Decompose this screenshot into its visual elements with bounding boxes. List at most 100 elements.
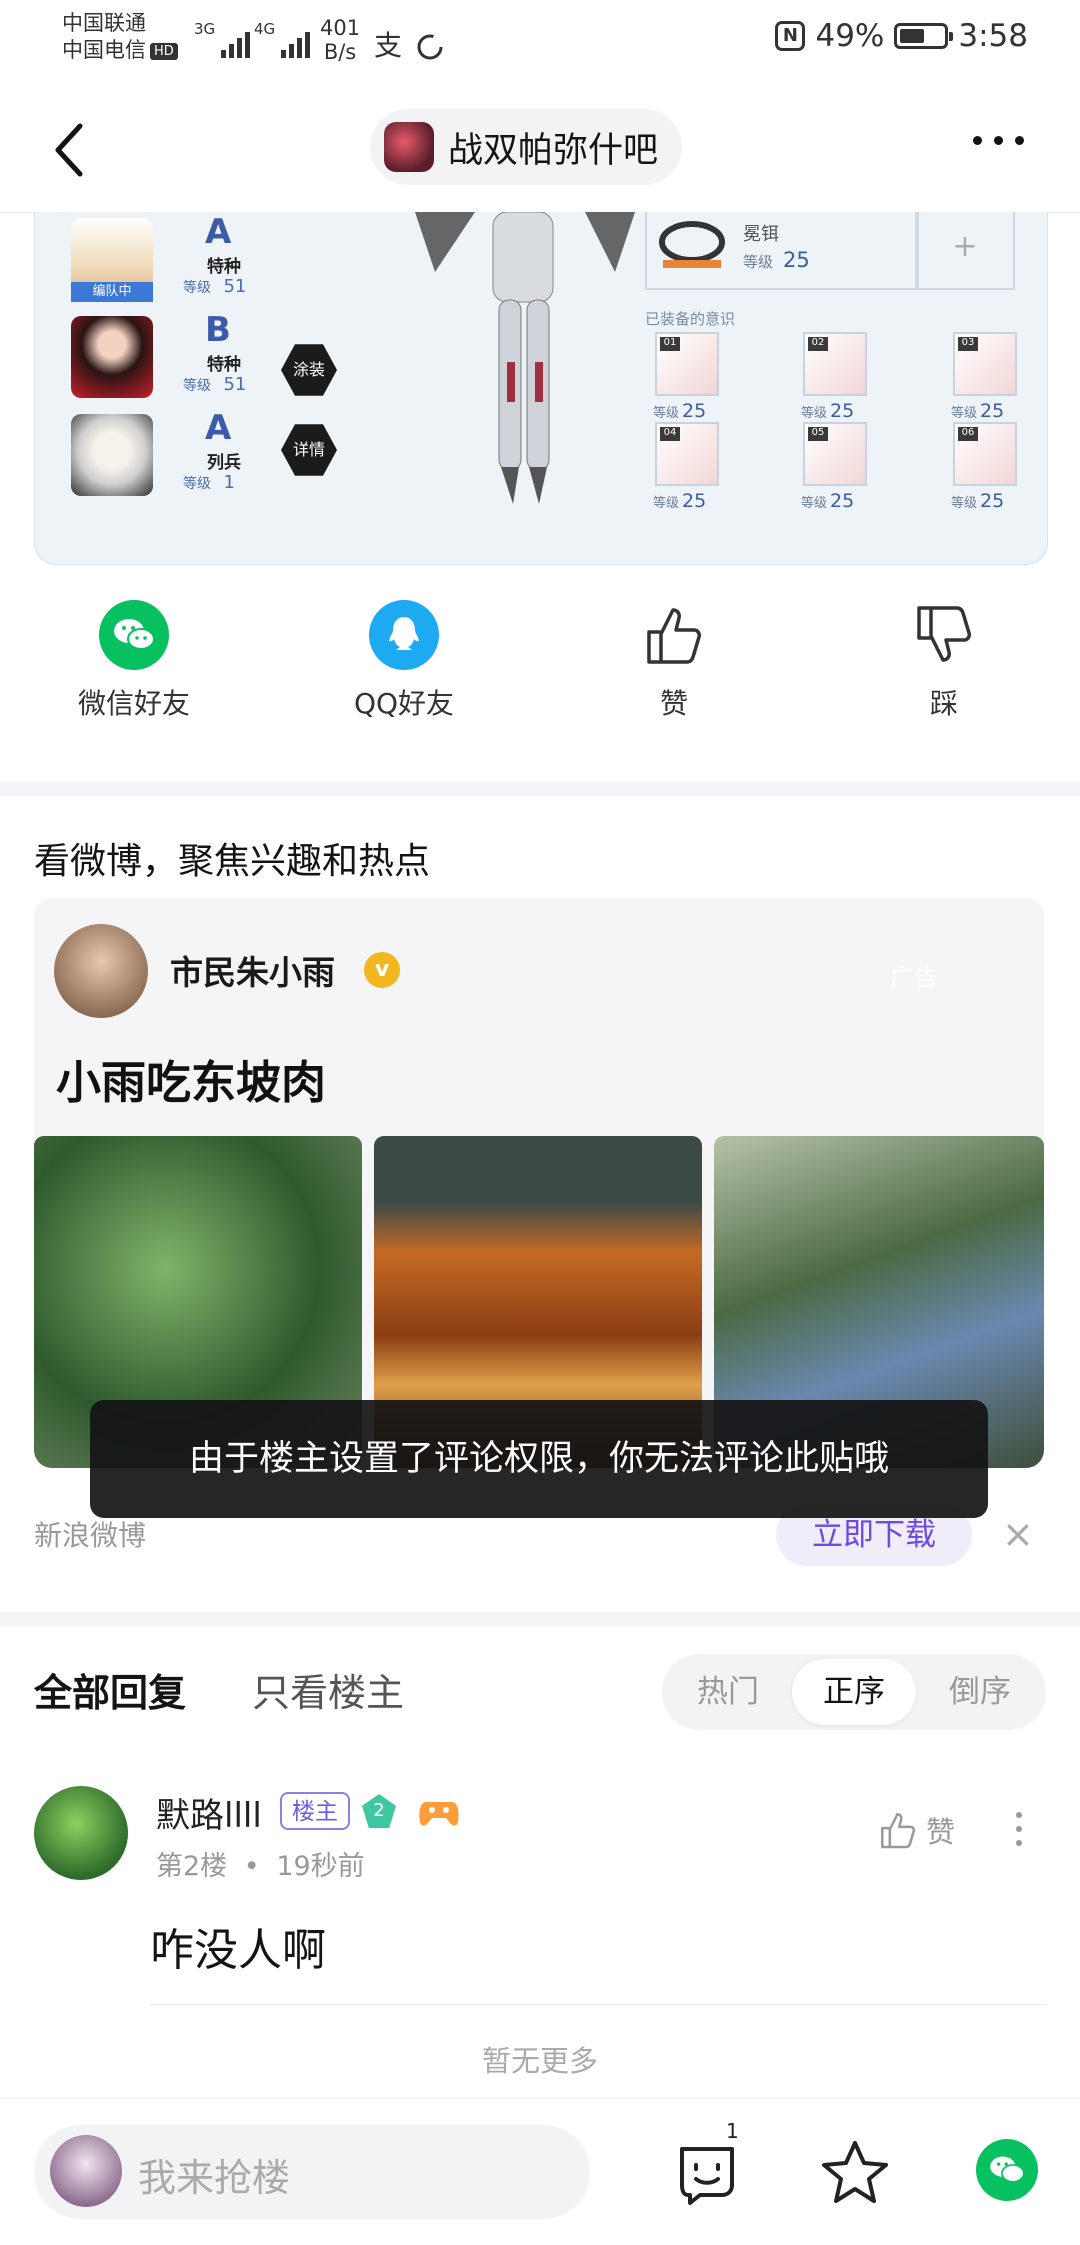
wechat-share-icon[interactable]: [976, 2139, 1038, 2201]
emoji-icon[interactable]: [672, 2137, 742, 2207]
comment-like-button[interactable]: 赞: [876, 1808, 955, 1852]
character-level: 等级 1: [183, 472, 235, 493]
clock: 3:58: [958, 18, 1028, 54]
level-label: 等级: [801, 496, 828, 511]
level-value: 51: [223, 374, 247, 395]
section-divider: [0, 782, 1080, 796]
verified-badge-icon: v: [364, 952, 400, 988]
level-label: 等级: [743, 253, 774, 271]
character-role: 特种: [207, 257, 241, 277]
battery-percent: 49%: [815, 18, 885, 54]
dislike-label: 踩: [929, 687, 958, 720]
tab-owner-only[interactable]: 只看楼主: [252, 1662, 404, 1717]
character-grade: A: [205, 212, 232, 252]
sort-ascending[interactable]: 正序: [792, 1659, 916, 1725]
memory-card: 06 等级 25: [943, 422, 1047, 512]
net-speed-unit: B/s: [323, 40, 357, 64]
comment-more-icon[interactable]: [1016, 1812, 1024, 1854]
level-value: 25: [830, 490, 855, 512]
ad-avatar: [54, 924, 148, 1018]
sync-icon: [417, 34, 443, 60]
thumbs-up-icon: [881, 1813, 916, 1849]
sort-toggle: 热门 正序 倒序: [662, 1654, 1046, 1730]
qq-icon: [369, 600, 439, 670]
carrier-info: 中国联通 中国电信 HD: [62, 10, 178, 64]
forum-name: 战双帕弥什吧: [448, 130, 659, 171]
more-options-icon[interactable]: [973, 136, 1024, 145]
equip-level: 等级 25: [743, 248, 810, 272]
like-post-button[interactable]: 赞: [594, 600, 754, 722]
character-portrait: [71, 414, 153, 496]
wechat-icon: [99, 600, 169, 670]
sort-hot[interactable]: 热门: [666, 1654, 790, 1730]
character-list: 编队中 A 特种 等级 51 B 特种 等级 51 A 列兵 等级 1: [51, 212, 271, 564]
comment-avatar[interactable]: [34, 1786, 128, 1880]
level-value: 25: [830, 400, 855, 422]
character-item: B 特种 等级 51: [51, 310, 271, 405]
comment-username[interactable]: 默路llll: [156, 1788, 262, 1837]
share-wechat-label: 微信好友: [77, 687, 190, 720]
paint-button: 涂装: [281, 344, 337, 396]
carrier-1: 中国联通: [62, 11, 146, 35]
share-row: 微信好友 QQ好友 赞 踩: [0, 600, 1080, 750]
emoji-count: 1: [726, 2119, 739, 2143]
memory-number: 01: [660, 337, 680, 351]
memory-level: 等级 25: [951, 400, 1004, 422]
share-wechat-button[interactable]: 微信好友: [54, 600, 214, 722]
signal-icon-1: 3G: [194, 20, 251, 58]
carrier-2: 中国电信: [62, 38, 146, 62]
memory-title: 已装备的意识: [645, 310, 736, 328]
hd-badge: HD: [150, 42, 178, 60]
reply-input[interactable]: 我来抢楼: [34, 2125, 590, 2219]
add-slot-icon: +: [915, 212, 1015, 290]
thumbs-up-icon: [647, 608, 701, 664]
ad-tag: 广告: [890, 964, 938, 992]
memory-card: 01 等级 25: [645, 332, 755, 422]
ad-title: 看微博，聚焦兴趣和热点: [34, 841, 431, 882]
character-level: 等级 51: [183, 374, 246, 395]
my-avatar: [50, 2135, 122, 2207]
star-icon[interactable]: [820, 2137, 890, 2207]
memory-card: 05 等级 25: [793, 422, 903, 512]
dislike-post-button[interactable]: 踩: [864, 600, 1024, 722]
sort-descending[interactable]: 倒序: [918, 1654, 1042, 1730]
share-qq-button[interactable]: QQ好友: [324, 600, 484, 722]
memory-level: 等级 25: [653, 400, 706, 422]
forum-pill[interactable]: 战双帕弥什吧: [370, 109, 683, 185]
no-more-hint: 暂无更多: [481, 2044, 598, 2078]
memory-portrait: 06: [953, 422, 1017, 486]
toast-message: 由于楼主设置了评论权限，你无法评论此贴哦: [90, 1400, 988, 1518]
comment-text: 咋没人啊: [150, 1925, 326, 1976]
comment-like-label: 赞: [926, 1815, 956, 1849]
tab-all-replies[interactable]: 全部回复: [34, 1662, 186, 1717]
thumbs-down-icon: [917, 606, 971, 662]
memory-card: 03 等级 25: [943, 332, 1047, 422]
level-label: 等级: [653, 496, 680, 511]
memory-portrait: 03: [953, 332, 1017, 396]
back-arrow-icon[interactable]: [50, 120, 90, 180]
memory-number: 04: [660, 427, 680, 441]
level-value: 25: [980, 400, 1005, 422]
network-type-1: 3G: [194, 20, 216, 38]
level-label: 等级: [951, 496, 978, 511]
memory-number: 05: [808, 427, 828, 441]
nav-bar: 战双帕弥什吧: [0, 86, 1080, 213]
close-ad-icon[interactable]: ×: [1002, 1512, 1034, 1556]
owner-badge: 楼主: [280, 1792, 350, 1830]
gamepad-badge-icon: [419, 1802, 459, 1826]
ad-headline: 小雨吃东坡肉: [56, 1056, 327, 1109]
nfc-icon: N: [775, 21, 806, 51]
character-grade: A: [205, 408, 232, 448]
ad-source: 新浪微博: [34, 1519, 147, 1552]
post-image[interactable]: 编队中 A 特种 等级 51 B 特种 等级 51 A 列兵 等级 1 涂装 详…: [34, 212, 1048, 565]
bottom-bar: 我来抢楼 1: [0, 2098, 1080, 2245]
character-role: 特种: [207, 355, 241, 375]
like-label: 赞: [659, 687, 688, 720]
reply-tabs: 全部回复 只看楼主 热门 正序 倒序: [0, 1630, 1080, 1750]
memory-level: 等级 25: [801, 400, 854, 422]
memory-number: 02: [808, 337, 828, 351]
level-label: 等级: [183, 476, 211, 492]
level-label: 等级: [183, 378, 211, 394]
memory-portrait: 04: [655, 422, 719, 486]
memory-level: 等级 25: [951, 490, 1004, 512]
